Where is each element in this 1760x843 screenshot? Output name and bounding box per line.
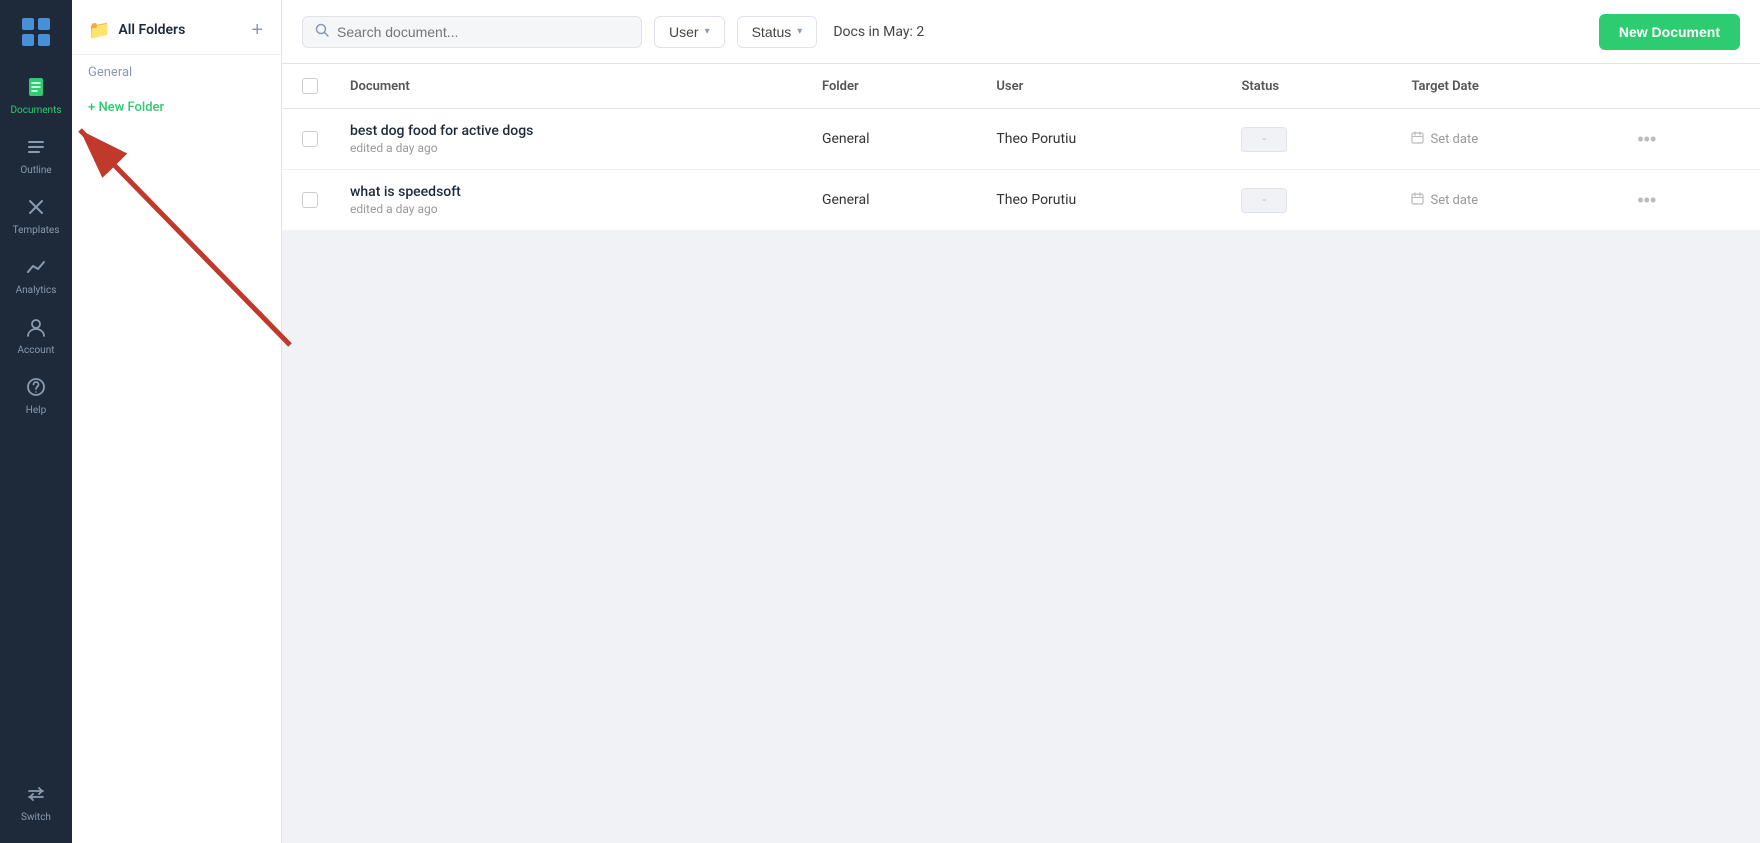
table-header-checkbox <box>282 64 334 109</box>
row1-document-edited: edited a day ago <box>350 141 790 155</box>
documents-table: Document Folder User Status Target Date … <box>282 64 1760 231</box>
select-all-checkbox[interactable] <box>302 78 318 94</box>
sidebar-item-templates[interactable]: Templates <box>0 188 72 244</box>
sidebar-item-analytics-label: Analytics <box>16 285 57 296</box>
row2-set-date[interactable]: Set date <box>1430 193 1478 208</box>
help-icon <box>25 376 47 401</box>
sidebar-item-documents-label: Documents <box>10 105 61 116</box>
row2-checkbox[interactable] <box>302 192 318 208</box>
row1-checkbox[interactable] <box>302 131 318 147</box>
switch-icon <box>25 783 47 808</box>
user-filter-chevron-icon: ▾ <box>705 26 710 37</box>
table-header-target-date: Target Date <box>1395 64 1613 109</box>
table-header-user: User <box>980 64 1225 109</box>
app-logo[interactable] <box>16 12 56 52</box>
row2-target-date-cell: Set date <box>1395 170 1613 231</box>
row1-folder: General <box>822 131 870 147</box>
sidebar: Documents Outline Templates <box>0 0 72 843</box>
row1-document-name[interactable]: best dog food for active dogs <box>350 123 790 139</box>
add-folder-button[interactable]: + <box>249 18 265 42</box>
user-filter-label: User <box>669 24 699 40</box>
row2-user: Theo Porutiu <box>996 192 1076 208</box>
folder-item-general: General <box>72 55 281 90</box>
table-header-actions <box>1613 64 1760 109</box>
search-box <box>302 16 642 48</box>
sidebar-item-switch[interactable]: Switch <box>0 775 72 831</box>
sidebar-nav: Documents Outline Templates <box>0 68 72 775</box>
row1-user: Theo Porutiu <box>996 131 1076 147</box>
sidebar-item-help-label: Help <box>26 405 46 416</box>
documents-icon <box>25 76 47 101</box>
row2-document-name[interactable]: what is speedsoft <box>350 184 790 200</box>
row2-document-cell: what is speedsoft edited a day ago <box>334 170 806 231</box>
toolbar: User ▾ Status ▾ Docs in May: 2 New Docum… <box>282 0 1760 64</box>
search-input[interactable] <box>337 24 629 40</box>
sidebar-item-templates-label: Templates <box>13 225 60 236</box>
row1-checkbox-cell <box>282 109 334 170</box>
sidebar-bottom: Switch <box>0 775 72 831</box>
row2-more-button[interactable]: ••• <box>1629 189 1664 211</box>
outline-icon <box>25 136 47 161</box>
table-header-folder: Folder <box>806 64 980 109</box>
analytics-icon <box>25 256 47 281</box>
search-icon <box>315 23 329 41</box>
table-header-status: Status <box>1225 64 1395 109</box>
new-folder-button[interactable]: + New Folder <box>72 90 281 125</box>
docs-count: Docs in May: 2 <box>833 24 924 40</box>
new-document-button[interactable]: New Document <box>1599 14 1740 50</box>
row1-target-date-cell: Set date <box>1395 109 1613 170</box>
row2-user-cell: Theo Porutiu <box>980 170 1225 231</box>
sidebar-item-outline-label: Outline <box>20 165 51 176</box>
row2-checkbox-cell <box>282 170 334 231</box>
sidebar-item-analytics[interactable]: Analytics <box>0 248 72 304</box>
sidebar-item-switch-label: Switch <box>21 812 51 823</box>
documents-table-container: Document Folder User Status Target Date … <box>282 64 1760 843</box>
row1-document-cell: best dog food for active dogs edited a d… <box>334 109 806 170</box>
table-header-row: Document Folder User Status Target Date <box>282 64 1760 109</box>
folder-panel: 📁 All Folders + General + New Folder <box>72 0 282 843</box>
sidebar-item-help[interactable]: Help <box>0 368 72 424</box>
templates-icon <box>25 196 47 221</box>
main-content: User ▾ Status ▾ Docs in May: 2 New Docum… <box>282 0 1760 843</box>
row2-document-edited: edited a day ago <box>350 202 790 216</box>
status-filter-label: Status <box>752 24 792 40</box>
folder-title-group: 📁 All Folders <box>88 20 185 41</box>
row1-folder-cell: General <box>806 109 980 170</box>
account-icon <box>25 316 47 341</box>
table-header-document: Document <box>334 64 806 109</box>
row1-more-button[interactable]: ••• <box>1629 128 1664 150</box>
row2-calendar-icon <box>1411 192 1424 209</box>
table-row: best dog food for active dogs edited a d… <box>282 109 1760 170</box>
status-filter-chevron-icon: ▾ <box>797 26 802 37</box>
sidebar-item-outline[interactable]: Outline <box>0 128 72 184</box>
folder-title: All Folders <box>118 22 185 38</box>
row1-set-date[interactable]: Set date <box>1430 132 1478 147</box>
sidebar-item-account-label: Account <box>17 345 54 356</box>
row1-status[interactable]: - <box>1241 127 1287 152</box>
row1-user-cell: Theo Porutiu <box>980 109 1225 170</box>
row1-calendar-icon <box>1411 131 1424 148</box>
user-filter-button[interactable]: User ▾ <box>654 16 725 48</box>
row1-actions-cell: ••• <box>1613 109 1760 170</box>
folder-icon: 📁 <box>88 20 110 41</box>
row2-actions-cell: ••• <box>1613 170 1760 231</box>
row1-status-cell: - <box>1225 109 1395 170</box>
row2-folder: General <box>822 192 870 208</box>
status-filter-button[interactable]: Status ▾ <box>737 16 818 48</box>
sidebar-item-documents[interactable]: Documents <box>0 68 72 124</box>
table-row: what is speedsoft edited a day ago Gener… <box>282 170 1760 231</box>
row2-status[interactable]: - <box>1241 188 1287 213</box>
folder-header: 📁 All Folders + <box>72 0 281 55</box>
sidebar-item-account[interactable]: Account <box>0 308 72 364</box>
row2-folder-cell: General <box>806 170 980 231</box>
row2-status-cell: - <box>1225 170 1395 231</box>
